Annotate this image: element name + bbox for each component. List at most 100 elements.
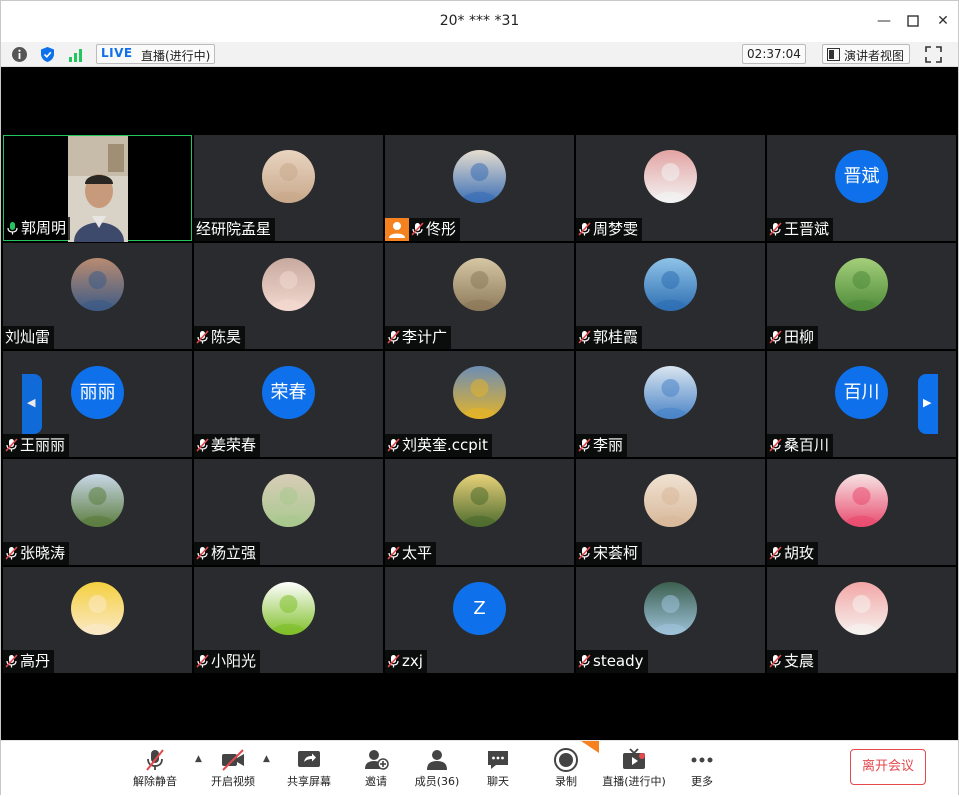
avatar-initials: 丽丽: [71, 366, 124, 419]
prev-page-button[interactable]: ◀: [22, 374, 42, 434]
avatar: [71, 474, 124, 527]
avatar: [644, 366, 697, 419]
participant-name-bar: 小阳光: [194, 650, 261, 673]
participant-name: 周梦雯: [593, 220, 639, 238]
invite-user-icon: [365, 750, 389, 770]
grid-view-icon: [827, 48, 840, 61]
microphone-muted-icon: [196, 546, 209, 560]
microphone-muted-icon: [769, 654, 782, 668]
meeting-timer: 02:37:04: [742, 44, 806, 64]
video-camera-off-icon: [222, 749, 244, 771]
participant-name-bar: zxj: [385, 650, 427, 673]
participant-tile[interactable]: 太平: [385, 459, 574, 565]
participant-name: 高丹: [20, 652, 51, 670]
participant-name: 田柳: [784, 328, 815, 346]
more-label: 更多: [691, 775, 713, 788]
avatar-initials: 荣春: [262, 366, 315, 419]
participant-name: 姜荣春: [211, 436, 257, 454]
participant-tile[interactable]: 田柳: [767, 243, 956, 349]
next-page-button[interactable]: ▶: [918, 374, 938, 434]
live-status-box[interactable]: LIVE 直播(进行中): [96, 44, 215, 64]
participant-name: 郭周明: [21, 219, 67, 237]
minimize-icon[interactable]: —: [874, 11, 894, 31]
more-button[interactable]: 更多: [679, 741, 725, 797]
participant-tile[interactable]: 张晓涛: [3, 459, 192, 565]
participant-tile[interactable]: 胡玫: [767, 459, 956, 565]
participant-tile[interactable]: 晋斌 王晋斌: [767, 135, 956, 241]
participant-tile[interactable]: 宋荟柯: [576, 459, 765, 565]
participant-name: 宋荟柯: [593, 544, 639, 562]
unmute-button[interactable]: 解除静音: [129, 741, 181, 797]
participant-tile[interactable]: 郭周明: [3, 135, 192, 242]
more-dots-icon: [691, 757, 713, 763]
microphone-muted-icon: [196, 330, 209, 344]
avatar: [453, 366, 506, 419]
avatar: [644, 474, 697, 527]
participant-tile[interactable]: 经研院孟星: [194, 135, 383, 241]
participant-name-bar: 太平: [385, 542, 437, 565]
share-screen-icon: [298, 751, 320, 767]
microphone-icon: [7, 222, 18, 235]
participant-tile[interactable]: 支晨: [767, 567, 956, 673]
participant-name: 张晓涛: [20, 544, 66, 562]
record-label: 录制: [555, 775, 577, 788]
participant-tile[interactable]: 陈昊: [194, 243, 383, 349]
avatar: [262, 474, 315, 527]
leave-meeting-button[interactable]: 离开会议: [850, 749, 926, 785]
participant-tile[interactable]: steady: [576, 567, 765, 673]
members-button[interactable]: 成员(36): [411, 741, 463, 797]
share-screen-button[interactable]: 共享屏幕: [283, 741, 335, 797]
window-title: 20* *** *31: [439, 13, 520, 29]
avatar: [644, 582, 697, 635]
participant-tile[interactable]: 高丹: [3, 567, 192, 673]
speaker-view-button[interactable]: 演讲者视图: [822, 44, 910, 64]
participant-tile[interactable]: Zzxj: [385, 567, 574, 673]
microphone-muted-icon: [387, 546, 400, 560]
info-icon[interactable]: [11, 46, 28, 63]
participant-tile[interactable]: 佟彤: [385, 135, 574, 241]
live-tv-icon: [623, 748, 645, 769]
chat-button[interactable]: 聊天: [473, 741, 523, 797]
participant-tile[interactable]: 李丽: [576, 351, 765, 457]
participant-tile[interactable]: 郭桂霞: [576, 243, 765, 349]
avatar: [835, 474, 888, 527]
participant-tile[interactable]: 杨立强: [194, 459, 383, 565]
audio-options-caret-icon[interactable]: ▲: [195, 754, 202, 764]
participant-tile[interactable]: 周梦雯: [576, 135, 765, 241]
avatar-initials: 百川: [835, 366, 888, 419]
participant-tile[interactable]: 刘灿雷: [3, 243, 192, 349]
start-video-label: 开启视频: [211, 775, 255, 788]
microphone-muted-icon: [387, 330, 400, 344]
status-bar: LIVE 直播(进行中) 02:37:04 演讲者视图: [1, 42, 958, 67]
participant-name: 李丽: [593, 436, 624, 454]
members-icon: [427, 750, 447, 770]
chevron-left-icon: ◀: [27, 396, 36, 409]
participant-name: 经研院孟星: [196, 220, 272, 238]
unmute-label: 解除静音: [133, 775, 177, 788]
participant-name-bar: 郭周明: [4, 217, 71, 240]
live-stream-label: 直播(进行中): [602, 775, 666, 788]
participant-tile[interactable]: 小阳光: [194, 567, 383, 673]
meeting-toolbar: 解除静音 ▲ 开启视频 ▲ 共享屏幕 邀请 成员(36) 聊天 录制 直播(进行…: [1, 740, 958, 796]
live-tag: LIVE: [101, 46, 133, 60]
maximize-icon[interactable]: [903, 11, 923, 31]
invite-button[interactable]: 邀请: [351, 741, 401, 797]
shield-icon[interactable]: [39, 46, 56, 63]
participant-tile[interactable]: 李计广: [385, 243, 574, 349]
video-options-caret-icon[interactable]: ▲: [263, 754, 270, 764]
participant-name: 杨立强: [211, 544, 257, 562]
close-icon[interactable]: ✕: [933, 11, 953, 31]
participant-name: 郭桂霞: [593, 328, 639, 346]
participant-name-bar: 王丽丽: [3, 434, 70, 457]
title-bar: 20* *** *31 — ✕: [1, 1, 958, 42]
microphone-muted-icon: [5, 438, 18, 452]
signal-icon[interactable]: [67, 46, 84, 63]
participant-tile[interactable]: 刘英奎.ccpit: [385, 351, 574, 457]
live-stream-button[interactable]: 直播(进行中): [599, 741, 669, 797]
participant-tile[interactable]: 荣春 姜荣春: [194, 351, 383, 457]
participant-name: 支晨: [784, 652, 815, 670]
fullscreen-icon[interactable]: [925, 46, 942, 63]
speaker-view-label: 演讲者视图: [844, 49, 905, 63]
participant-name-bar: 郭桂霞: [576, 326, 643, 349]
start-video-button[interactable]: 开启视频: [207, 741, 259, 797]
